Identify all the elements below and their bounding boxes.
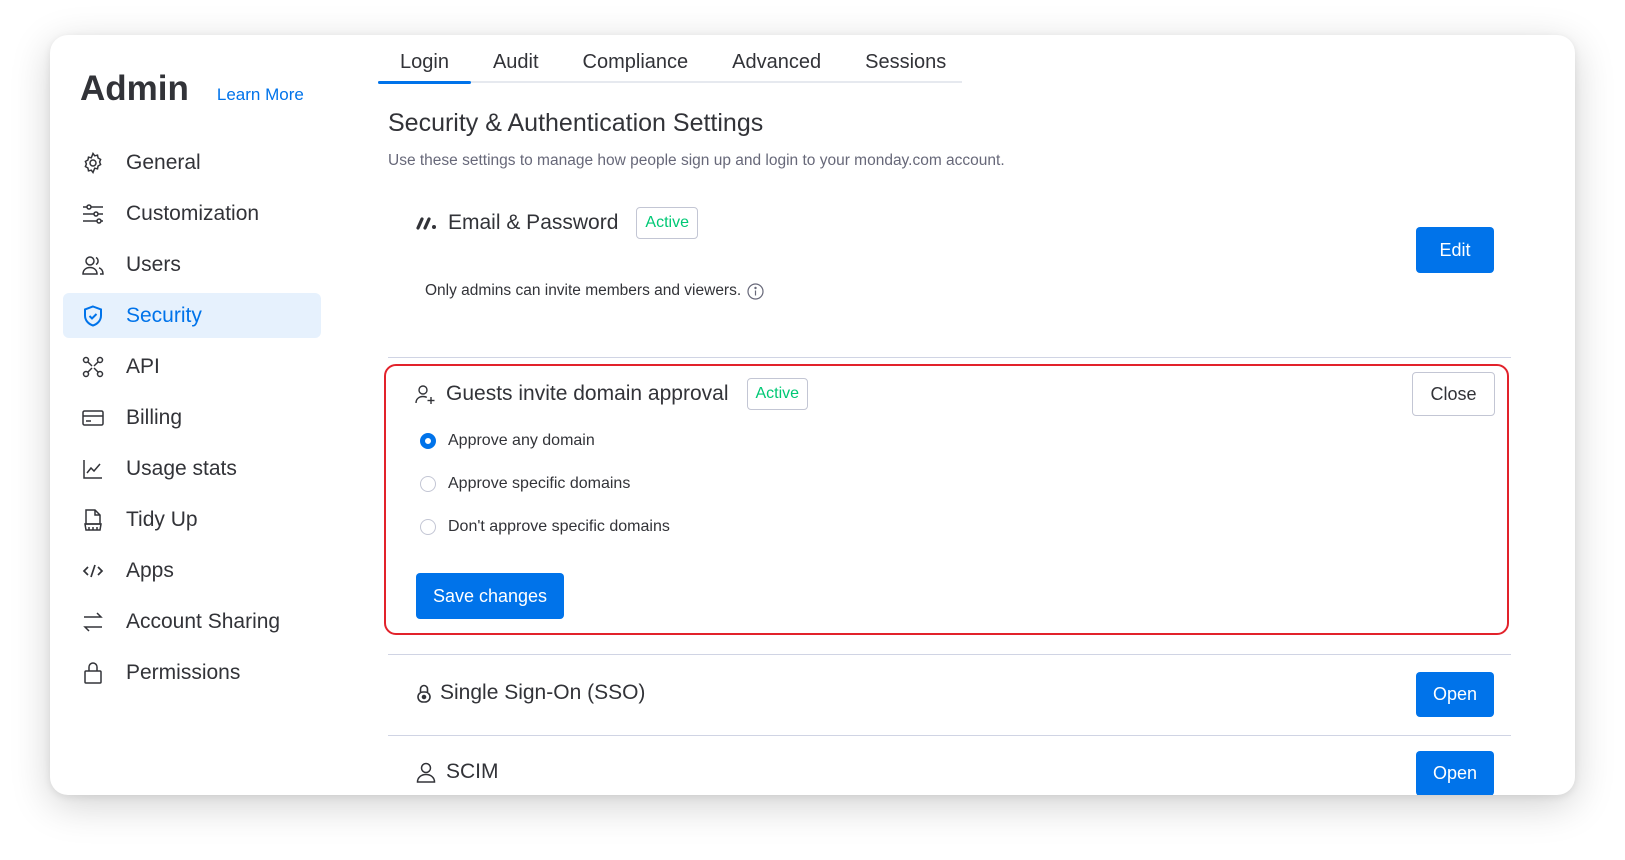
sidebar-item-label: Users	[126, 252, 181, 276]
sidebar-item-label: Billing	[126, 405, 183, 429]
sidebar-item-label: Usage stats	[126, 456, 237, 480]
sidebar-item-apps[interactable]: Apps	[63, 548, 321, 593]
user-icon	[416, 761, 436, 783]
sso-open-button[interactable]: Open	[1416, 672, 1494, 717]
learn-more-link[interactable]: Learn More	[217, 85, 304, 105]
scim-title: SCIM	[446, 760, 499, 783]
page-subtitle: Use these settings to manage how people …	[388, 152, 1005, 169]
sidebar-nav: General Customization Users Security API…	[63, 140, 321, 701]
sidebar-item-label: Security	[126, 303, 202, 327]
sidebar-item-label: Tidy Up	[126, 507, 198, 531]
api-icon	[80, 354, 106, 380]
guests-domain-approval-section: Guests invite domain approval Active Clo…	[384, 364, 1509, 635]
sidebar-item-billing[interactable]: Billing	[63, 395, 321, 440]
users-icon	[80, 252, 106, 278]
monday-logo-icon	[416, 216, 438, 230]
sidebar-item-label: Apps	[126, 558, 174, 582]
sidebar-item-label: General	[126, 150, 201, 174]
radio-label: Approve specific domains	[448, 475, 631, 492]
tidy-icon	[80, 507, 106, 533]
tab-advanced[interactable]: Advanced	[710, 43, 843, 81]
lock-icon	[80, 660, 106, 686]
sidebar-item-usage-stats[interactable]: Usage stats	[63, 446, 321, 491]
scim-section: SCIM Open	[388, 734, 1511, 795]
arrows-icon	[80, 609, 106, 635]
scim-open-button[interactable]: Open	[1416, 751, 1494, 795]
radio-button[interactable]	[420, 476, 436, 492]
gear-icon	[80, 150, 106, 176]
guests-domain-title: Guests invite domain approval	[446, 382, 729, 405]
sidebar-item-permissions[interactable]: Permissions	[63, 650, 321, 695]
sidebar-item-label: API	[126, 354, 160, 378]
tab-audit[interactable]: Audit	[471, 43, 561, 81]
radio-label: Don't approve specific domains	[448, 518, 670, 535]
page-title: Security & Authentication Settings	[388, 109, 764, 137]
scim-header: SCIM	[416, 760, 499, 784]
sidebar-item-customization[interactable]: Customization	[63, 191, 321, 236]
sidebar-item-label: Account Sharing	[126, 609, 281, 633]
radio-approve-any-domain[interactable]: Approve any domain	[420, 432, 595, 450]
sidebar-item-label: Permissions	[126, 660, 241, 684]
sidebar-item-account-sharing[interactable]: Account Sharing	[63, 599, 321, 644]
hint-text: Only admins can invite members and viewe…	[425, 282, 742, 299]
admin-window: Admin Learn More General Customization U…	[50, 35, 1575, 795]
radio-approve-specific-domains[interactable]: Approve specific domains	[420, 475, 630, 493]
sidebar-item-users[interactable]: Users	[63, 242, 321, 287]
close-button[interactable]: Close	[1412, 372, 1495, 416]
info-icon[interactable]	[747, 282, 764, 300]
sso-title: Single Sign-On (SSO)	[440, 681, 646, 704]
tab-bar: Login Audit Compliance Advanced Sessions	[378, 43, 962, 84]
email-password-hint: Only admins can invite members and viewe…	[425, 282, 764, 300]
sidebar-item-label: Customization	[126, 201, 260, 225]
sliders-icon	[80, 201, 106, 227]
sso-header: Single Sign-On (SSO)	[416, 681, 645, 705]
sidebar-item-api[interactable]: API	[63, 344, 321, 389]
tab-sessions[interactable]: Sessions	[843, 43, 968, 81]
shield-icon	[80, 303, 106, 329]
credit-card-icon	[80, 405, 106, 431]
save-changes-button[interactable]: Save changes	[416, 573, 564, 619]
code-icon	[80, 558, 106, 584]
email-password-title: Email & Password	[448, 211, 619, 234]
chart-icon	[80, 456, 106, 482]
guests-domain-header: Guests invite domain approval Active	[414, 378, 809, 410]
sidebar: Admin Learn More General Customization U…	[50, 35, 380, 795]
user-add-icon	[414, 383, 436, 405]
sso-section: Single Sign-On (SSO) Open	[388, 654, 1511, 736]
email-password-section: Email & Password Active Edit Only admins…	[388, 195, 1511, 358]
radio-label: Approve any domain	[448, 432, 595, 449]
tab-login[interactable]: Login	[378, 43, 471, 84]
sidebar-item-security[interactable]: Security	[63, 293, 321, 338]
lock-icon	[416, 683, 432, 703]
radio-button[interactable]	[420, 519, 436, 535]
email-password-header: Email & Password Active	[416, 207, 698, 239]
edit-button[interactable]: Edit	[1416, 227, 1494, 273]
radio-button[interactable]	[420, 433, 436, 449]
radio-dont-approve-specific-domains[interactable]: Don't approve specific domains	[420, 518, 670, 536]
status-badge: Active	[746, 378, 809, 410]
admin-header: Admin Learn More	[80, 69, 304, 109]
tab-compliance[interactable]: Compliance	[561, 43, 711, 81]
admin-title: Admin	[80, 69, 189, 108]
sidebar-item-general[interactable]: General	[63, 140, 321, 185]
sidebar-item-tidy-up[interactable]: Tidy Up	[63, 497, 321, 542]
status-badge: Active	[636, 207, 698, 239]
